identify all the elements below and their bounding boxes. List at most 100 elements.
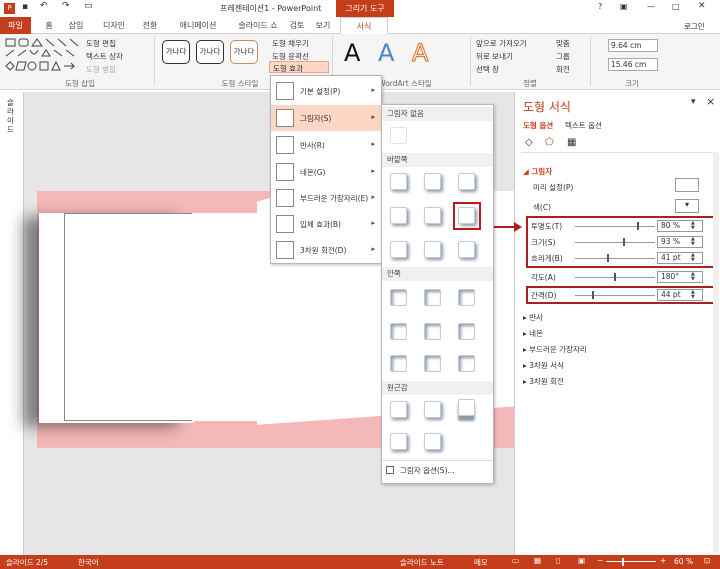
merge-shapes-button[interactable]: 도형 병합 (86, 64, 116, 75)
shadow-option[interactable] (424, 207, 441, 224)
comments-button[interactable]: 메모 (474, 557, 488, 568)
shadow-option[interactable] (424, 355, 441, 372)
shadow-option[interactable] (424, 241, 441, 258)
tab-design[interactable]: 디자인 (96, 17, 132, 34)
rotate-button[interactable]: 회전 (556, 64, 570, 75)
menu-item-preset[interactable]: 기본 설정(P) ▸ (271, 78, 381, 104)
shadow-option[interactable] (424, 289, 441, 306)
fit-to-window-icon[interactable]: ⊡ (704, 556, 710, 565)
menu-item-glow[interactable]: 네온(G) ▸ (271, 159, 381, 185)
presets-dropdown[interactable] (675, 178, 699, 192)
tab-text-options[interactable]: 텍스트 옵션 (565, 120, 602, 131)
undo-icon[interactable]: ↶ (40, 1, 48, 11)
3d-format-section[interactable]: ▸ 3차원 서식 (523, 360, 564, 371)
slideshow-view-icon[interactable]: ▣ (578, 556, 585, 565)
help-icon[interactable]: ? (598, 2, 602, 11)
tab-shape-options[interactable]: 도형 옵션 (523, 120, 553, 131)
tab-slideshow[interactable]: 슬라이드 쇼 (230, 17, 286, 34)
selection-pane-button[interactable]: 선택 창 (476, 64, 499, 75)
pane-scrollbar[interactable] (713, 152, 719, 552)
zoom-level[interactable]: 60 % (674, 557, 693, 566)
shadow-option[interactable] (458, 399, 475, 416)
text-box-button[interactable]: 텍스트 상자 (86, 51, 123, 62)
menu-item-reflection[interactable]: 반사(R) ▸ (271, 132, 381, 158)
send-backward-button[interactable]: 뒤로 보내기 (476, 51, 513, 62)
save-icon[interactable]: ▪ (22, 2, 28, 12)
tab-insert[interactable]: 삽입 (62, 17, 90, 34)
wordart-style-blue[interactable]: A (378, 39, 394, 67)
normal-view-icon[interactable]: ▭ (512, 556, 519, 565)
shadow-option[interactable] (424, 323, 441, 340)
shadow-option[interactable] (458, 323, 475, 340)
shadow-section-header[interactable]: ◢ 그림자 (523, 166, 552, 177)
shadow-option[interactable] (390, 433, 407, 450)
zoom-in-icon[interactable]: + (660, 556, 666, 565)
shadow-option[interactable] (424, 173, 441, 190)
menu-item-shadow[interactable]: 그림자(S) ▸ (271, 105, 381, 131)
maximize-icon[interactable]: □ (672, 2, 680, 11)
edit-shape-button[interactable]: 도형 편집 (86, 38, 116, 49)
shadow-option[interactable] (458, 355, 475, 372)
shadow-option[interactable] (390, 207, 407, 224)
zoom-out-icon[interactable]: − (597, 556, 603, 565)
shadow-option[interactable] (390, 401, 407, 418)
tab-animations[interactable]: 애니메이션 (168, 17, 228, 34)
slider-thumb[interactable] (614, 273, 616, 281)
shadow-option[interactable] (390, 355, 407, 372)
ribbon-display-icon[interactable]: ▣ (620, 2, 628, 11)
align-button[interactable]: 맞춤 (556, 38, 570, 49)
shadow-color-picker[interactable]: ▾ (675, 199, 699, 213)
start-slideshow-icon[interactable]: ▭ (84, 1, 93, 11)
shadow-option-none[interactable] (390, 127, 407, 144)
shape-style-1[interactable]: 가나다 (162, 40, 190, 64)
redo-icon[interactable]: ↷ (62, 1, 70, 11)
shape-effects-button[interactable]: 도형 효과 (269, 61, 329, 73)
language-indicator[interactable]: 한국어 (78, 557, 99, 568)
glow-section[interactable]: ▸ 네온 (523, 328, 543, 339)
shadow-option[interactable] (390, 173, 407, 190)
shadow-options-icon[interactable] (386, 466, 394, 474)
shadow-option[interactable] (458, 289, 475, 306)
shape-fill-button[interactable]: 도형 채우기 (272, 38, 309, 49)
wordart-style-orange-outline[interactable]: A (411, 38, 429, 67)
tab-view[interactable]: 보기 (310, 17, 336, 34)
pane-options-icon[interactable]: ▾ (691, 97, 696, 107)
menu-item-3d-rotation[interactable]: 3차원 회전(D) ▸ (271, 237, 381, 263)
spin-arrows-icon[interactable]: ▲ ▼ (691, 272, 695, 282)
shadow-option[interactable] (390, 241, 407, 258)
minimize-icon[interactable]: — (647, 2, 655, 11)
tab-format[interactable]: 서식 (340, 17, 388, 34)
shape-height-input[interactable]: 9.64 cm (608, 39, 658, 52)
shadow-option[interactable] (458, 241, 475, 258)
slide-sorter-icon[interactable]: ▦ (534, 556, 541, 565)
shapes-gallery[interactable] (4, 36, 82, 74)
reflection-section[interactable]: ▸ 반사 (523, 312, 543, 323)
zoom-slider[interactable] (606, 561, 656, 562)
bring-forward-button[interactable]: 앞으로 가져오기 (476, 38, 527, 49)
tab-home[interactable]: 홈 (38, 17, 60, 34)
3d-rotation-section[interactable]: ▸ 3차원 회전 (523, 376, 564, 387)
shadow-option[interactable] (458, 173, 475, 190)
selection-frame[interactable] (64, 213, 194, 421)
menu-item-soft-edges[interactable]: 부드러운 가장자리(E) ▸ (271, 185, 381, 211)
tab-file[interactable]: 파일 (0, 17, 31, 34)
shadow-option[interactable] (390, 289, 407, 306)
menu-item-bevel[interactable]: 입체 효과(B) ▸ (271, 211, 381, 237)
slides-pane-label[interactable]: 슬라이드 (7, 98, 17, 134)
tab-transitions[interactable]: 전환 (136, 17, 164, 34)
reading-view-icon[interactable]: ▯ (556, 556, 560, 565)
size-properties-icon[interactable]: ▦ (567, 137, 576, 148)
shape-style-2[interactable]: 가나다 (196, 40, 224, 64)
fill-line-icon[interactable]: ◇ (525, 137, 533, 148)
close-pane-icon[interactable]: × (706, 95, 715, 108)
signin-link[interactable]: 로그인 (684, 21, 705, 32)
close-window-icon[interactable]: ✕ (698, 1, 706, 11)
notes-button[interactable]: 슬라이드 노트 (400, 557, 444, 568)
shadow-option[interactable] (390, 323, 407, 340)
shape-width-input[interactable]: 15.46 cm (608, 58, 658, 71)
group-button[interactable]: 그룹 (556, 51, 570, 62)
shadow-option[interactable] (424, 401, 441, 418)
zoom-slider-thumb[interactable] (622, 558, 624, 566)
wordart-style-black[interactable]: A (344, 39, 360, 67)
shadow-option[interactable] (424, 433, 441, 450)
